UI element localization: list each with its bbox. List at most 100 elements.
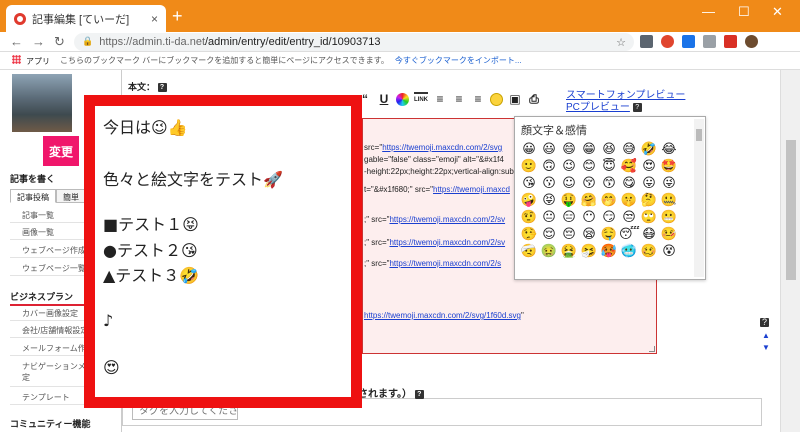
extension-icon[interactable] — [661, 35, 674, 48]
emoji-option[interactable]: 🤩 — [659, 158, 679, 175]
insert-link-button[interactable]: LINK — [414, 92, 428, 106]
emoji-option[interactable]: 🤥 — [519, 226, 539, 243]
emoji-option[interactable]: 🥴 — [639, 243, 659, 260]
emoji-option[interactable]: 🥶 — [619, 243, 639, 260]
bookmark-star-icon[interactable]: ☆ — [616, 36, 626, 49]
help-icon[interactable]: ? — [414, 389, 424, 399]
emoji-option[interactable]: 😔 — [559, 226, 579, 243]
extension-icon[interactable] — [724, 35, 737, 48]
insert-image-icon[interactable]: ▣ — [508, 92, 522, 106]
move-down-icon[interactable]: ▼ — [762, 343, 770, 352]
emoji-option[interactable]: 🤨 — [519, 209, 539, 226]
emoji-option[interactable]: 🤤 — [599, 226, 619, 243]
emoji-option[interactable]: 😜 — [659, 175, 679, 192]
browser-tab[interactable]: 記事編集 [ていーだ] × — [6, 5, 166, 32]
emoji-option[interactable]: 😅 — [619, 141, 639, 158]
picker-scroll-thumb[interactable] — [696, 129, 702, 141]
address-bar[interactable]: 🔒 https://admin.ti-da.net/admin/entry/ed… — [74, 33, 634, 51]
emoji-option[interactable]: 😑 — [559, 209, 579, 226]
emoji-option[interactable]: 😆 — [599, 141, 619, 158]
source-icon[interactable]: ⎙ — [527, 92, 541, 106]
emoji-option[interactable]: 🙄 — [639, 209, 659, 226]
emoji-option[interactable]: 😘 — [519, 175, 539, 192]
emoji-option[interactable]: 😵 — [659, 243, 679, 260]
forward-button[interactable]: → — [32, 34, 45, 49]
emoji-option[interactable]: 😋 — [619, 175, 639, 192]
emoji-option[interactable]: 😌 — [539, 226, 559, 243]
help-icon[interactable]: ? — [760, 318, 769, 327]
emoji-option[interactable]: 🤧 — [579, 243, 599, 260]
emoji-option[interactable]: ☺ — [559, 175, 579, 192]
help-icon[interactable]: ? — [632, 102, 642, 112]
minimize-button[interactable]: — — [702, 4, 715, 19]
help-icon[interactable]: ? — [157, 83, 167, 93]
emoji-option[interactable]: 🙃 — [539, 158, 559, 175]
tab-post[interactable]: 記事投稿 — [10, 189, 56, 203]
align-center-icon[interactable]: ≡ — [452, 92, 466, 106]
emoji-option[interactable]: 😉 — [559, 158, 579, 175]
smartphone-preview-link[interactable]: スマートフォンプレビュー — [566, 90, 685, 101]
emoji-option[interactable]: 🤢 — [539, 243, 559, 260]
close-window-button[interactable]: ✕ — [772, 4, 783, 20]
emoji-option[interactable]: 😴 — [619, 226, 640, 243]
emoji-option[interactable]: 🥵 — [599, 243, 619, 260]
text-color-icon[interactable] — [396, 92, 409, 106]
align-left-icon[interactable]: ≡ — [433, 92, 447, 106]
emoji-option[interactable]: 😐 — [539, 209, 559, 226]
emoji-option[interactable]: 🤫 — [619, 192, 639, 209]
emoji-option[interactable]: 😚 — [579, 175, 599, 192]
emoji-option[interactable]: 😪 — [579, 226, 599, 243]
emoji-option[interactable]: 😄 — [559, 141, 579, 158]
emoji-option[interactable]: 😃 — [539, 141, 559, 158]
extension-icon[interactable] — [703, 35, 716, 48]
emoji-option[interactable]: 😝 — [539, 192, 559, 209]
reload-button[interactable]: ↻ — [54, 34, 65, 50]
underline-button[interactable]: U — [377, 92, 391, 106]
cast-icon[interactable] — [640, 35, 653, 48]
maximize-button[interactable]: ☐ — [738, 4, 750, 20]
emoji-option[interactable]: 😒 — [619, 209, 639, 226]
emoji-option[interactable]: 😁 — [579, 141, 599, 158]
emoji-option[interactable]: 🤐 — [659, 192, 679, 209]
apps-shortcut[interactable]: アプリ — [12, 54, 50, 67]
align-right-icon[interactable]: ≡ — [471, 92, 485, 106]
emoji-option[interactable]: 🤕 — [519, 243, 539, 260]
emoji-option[interactable]: 😇 — [599, 158, 619, 175]
tab-simple[interactable]: 簡単 — [56, 189, 86, 203]
emoji-option[interactable]: 🤣 — [639, 141, 659, 158]
emoji-option[interactable]: 🤭 — [599, 192, 619, 209]
extension-icon[interactable] — [682, 35, 695, 48]
emoji-option[interactable]: 🤮 — [559, 243, 579, 260]
emoji-option[interactable]: 😗 — [539, 175, 559, 192]
emoji-option[interactable]: 😊 — [579, 158, 599, 175]
emoji-option[interactable]: 😀 — [519, 141, 539, 158]
emoji-option[interactable]: 😂 — [659, 141, 679, 158]
back-button[interactable]: ← — [10, 34, 23, 49]
emoji-picker-button[interactable] — [490, 92, 503, 106]
emoji-option[interactable]: 😶 — [579, 209, 599, 226]
move-up-icon[interactable]: ▲ — [762, 331, 770, 340]
scrollbar-thumb[interactable] — [786, 140, 796, 280]
resize-handle[interactable] — [649, 346, 655, 352]
import-bookmarks-link[interactable]: 今すぐブックマークをインポート... — [395, 55, 522, 66]
page-scrollbar[interactable] — [780, 70, 800, 432]
emoji-option[interactable]: 😬 — [659, 209, 679, 226]
tab-close-icon[interactable]: × — [151, 12, 158, 26]
profile-avatar[interactable] — [745, 35, 758, 48]
emoji-option[interactable]: 😙 — [599, 175, 619, 192]
emoji-option[interactable]: 😍 — [639, 158, 659, 175]
emoji-option[interactable]: 😷 — [639, 226, 659, 243]
emoji-option[interactable]: 🙂 — [519, 158, 539, 175]
emoji-option[interactable]: 🥰 — [619, 158, 639, 175]
picker-scrollbar[interactable] — [694, 119, 704, 277]
emoji-option[interactable]: 🤑 — [559, 192, 579, 209]
new-tab-button[interactable]: + — [172, 6, 183, 27]
emoji-option[interactable]: 🤔 — [639, 192, 659, 209]
emoji-option[interactable]: 🤗 — [579, 192, 599, 209]
pc-preview-link[interactable]: PCプレビュー — [566, 102, 630, 113]
emoji-option[interactable]: 🤪 — [519, 192, 539, 209]
change-photo-button[interactable]: 変更 — [43, 136, 79, 166]
emoji-option[interactable]: 😛 — [639, 175, 659, 192]
emoji-option[interactable]: 😏 — [599, 209, 619, 226]
emoji-option[interactable]: 🤒 — [659, 226, 679, 243]
